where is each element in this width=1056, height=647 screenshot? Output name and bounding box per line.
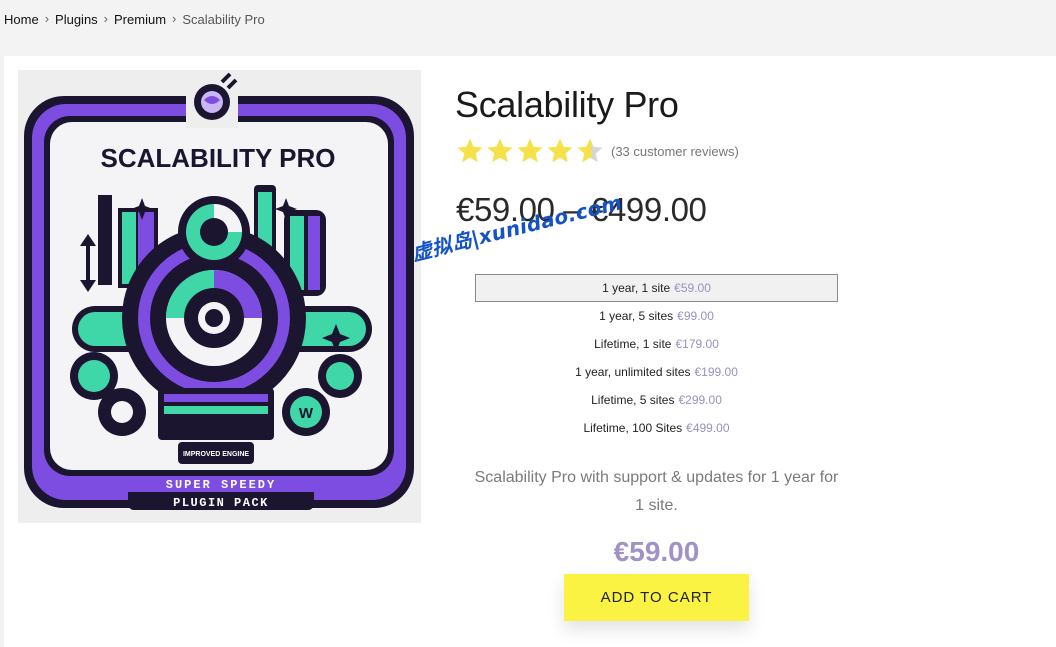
star-half-icon bbox=[577, 138, 603, 163]
option-label: Lifetime, 100 Sites bbox=[583, 421, 683, 435]
image-banner-line2: PLUGIN PACK bbox=[173, 496, 269, 510]
image-banner-line1: SUPER SPEEDY bbox=[166, 478, 276, 492]
chevron-right-icon: › bbox=[172, 11, 177, 26]
option-label: 1 year, 5 sites bbox=[599, 309, 674, 323]
option-price: €199.00 bbox=[694, 365, 738, 379]
product-rating: (33 customer reviews) bbox=[455, 136, 739, 166]
option-description: Scalability Pro with support & updates f… bbox=[474, 469, 839, 514]
option-label: Lifetime, 1 site bbox=[594, 337, 672, 351]
breadcrumb-current: Scalability Pro bbox=[182, 12, 265, 27]
option-label: 1 year, 1 site bbox=[602, 281, 671, 295]
breadcrumb: Home › Plugins › Premium › Scalability P… bbox=[4, 11, 265, 27]
star-icon bbox=[517, 138, 543, 163]
chevron-right-icon: › bbox=[44, 11, 50, 26]
add-to-cart-button[interactable]: ADD TO CART bbox=[564, 574, 749, 621]
star-rating[interactable] bbox=[455, 136, 605, 166]
option-price: €299.00 bbox=[678, 393, 722, 407]
product-card: SCALABILITY PRO W IMPROVED ENGINE SUPER … bbox=[4, 56, 1056, 647]
option-lifetime-100-sites[interactable]: Lifetime, 100 Sites €499.00 bbox=[475, 414, 838, 442]
license-options: 1 year, 1 site €59.00 1 year, 5 sites €9… bbox=[475, 274, 838, 442]
image-heading: SCALABILITY PRO bbox=[101, 143, 336, 173]
option-label: 1 year, unlimited sites bbox=[575, 365, 691, 379]
chevron-right-icon: › bbox=[103, 11, 109, 26]
option-price: €99.00 bbox=[677, 309, 714, 323]
option-price: €179.00 bbox=[675, 337, 719, 351]
option-lifetime-5-sites[interactable]: Lifetime, 5 sites €299.00 bbox=[475, 386, 838, 414]
svg-text:W: W bbox=[299, 405, 314, 422]
option-1-year-5-sites[interactable]: 1 year, 5 sites €99.00 bbox=[475, 302, 838, 330]
star-icon bbox=[487, 138, 513, 163]
option-price: €59.00 bbox=[674, 281, 711, 295]
star-icon bbox=[457, 138, 483, 163]
option-lifetime-1-site[interactable]: Lifetime, 1 site €179.00 bbox=[475, 330, 838, 358]
breadcrumb-home[interactable]: Home bbox=[4, 12, 39, 27]
option-1-year-unlimited-sites[interactable]: 1 year, unlimited sites €199.00 bbox=[475, 358, 838, 386]
product-image[interactable]: SCALABILITY PRO W IMPROVED ENGINE SUPER … bbox=[18, 70, 421, 523]
image-engine-label: IMPROVED ENGINE bbox=[183, 451, 249, 458]
breadcrumb-premium[interactable]: Premium bbox=[114, 12, 166, 27]
selected-price: €59.00 bbox=[613, 536, 700, 567]
product-title: Scalability Pro bbox=[455, 84, 679, 125]
breadcrumb-plugins[interactable]: Plugins bbox=[55, 12, 98, 27]
review-count-link[interactable]: (33 customer reviews) bbox=[611, 144, 739, 159]
option-price: €499.00 bbox=[686, 421, 730, 435]
option-1-year-1-site[interactable]: 1 year, 1 site €59.00 bbox=[475, 274, 838, 302]
option-label: Lifetime, 5 sites bbox=[591, 393, 675, 407]
star-icon bbox=[547, 138, 573, 163]
